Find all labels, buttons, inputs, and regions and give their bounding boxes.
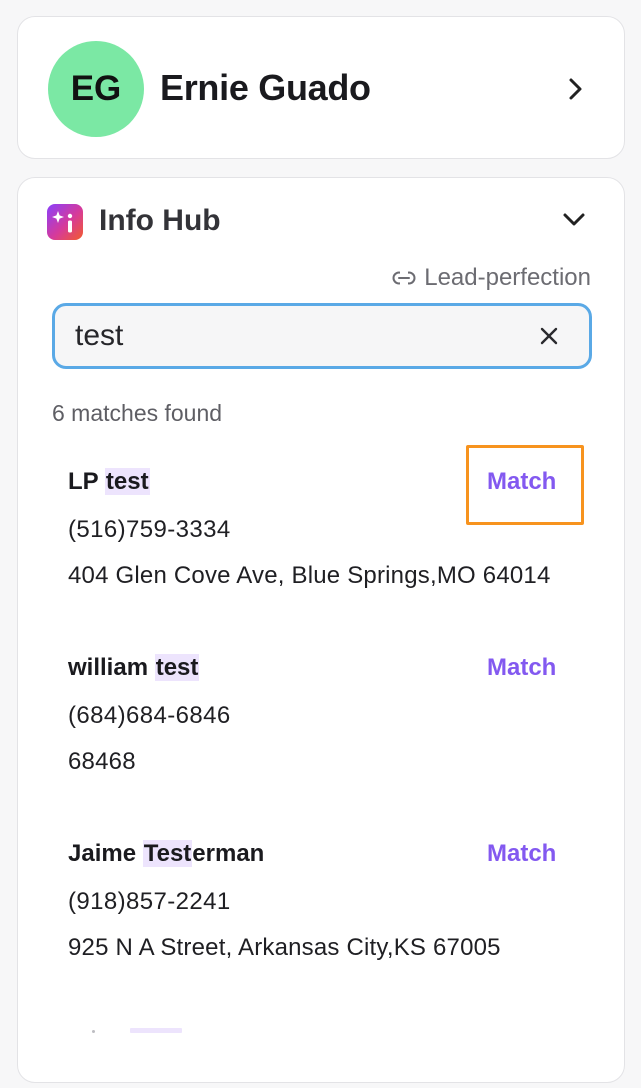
result-phone: (918)857-2241 bbox=[68, 888, 231, 915]
result-name: Jaime Testerman bbox=[68, 840, 265, 867]
result-address: 925 N A Street, Arkansas City,KS 67005 bbox=[68, 934, 501, 961]
search-input[interactable] bbox=[75, 306, 515, 366]
chevron-down-icon[interactable] bbox=[560, 210, 588, 230]
result-phone: (516)759-3334 bbox=[68, 516, 231, 543]
result-address: 68468 bbox=[68, 748, 136, 775]
match-button[interactable]: Match bbox=[487, 654, 556, 682]
profile-name: Ernie Guado bbox=[160, 67, 371, 108]
result-name: LP test bbox=[68, 468, 150, 495]
info-hub-sparkle-icon bbox=[47, 204, 83, 240]
match-button[interactable]: Match bbox=[487, 840, 556, 868]
match-count: 6 matches found bbox=[52, 400, 223, 426]
result-address: 404 Glen Cove Ave, Blue Springs,MO 64014 bbox=[68, 562, 551, 589]
profile-card[interactable]: EG Ernie Guado bbox=[17, 16, 625, 159]
list-item-peek bbox=[92, 1030, 95, 1033]
link-icon bbox=[392, 271, 416, 285]
close-icon[interactable] bbox=[539, 326, 559, 346]
avatar: EG bbox=[48, 41, 144, 137]
lead-perfection-link[interactable]: Lead-perfection bbox=[392, 264, 591, 292]
list-item-peek-highlight bbox=[130, 1028, 182, 1033]
result-phone: (684)684-6846 bbox=[68, 702, 231, 729]
info-hub-title: Info Hub bbox=[99, 204, 221, 237]
chevron-right-icon[interactable] bbox=[566, 75, 586, 103]
focus-highlight bbox=[466, 445, 584, 525]
lead-perfection-label: Lead-perfection bbox=[424, 264, 591, 291]
search-field[interactable] bbox=[52, 303, 592, 369]
result-name: william test bbox=[68, 654, 200, 681]
info-hub-panel: Info Hub Lead-perfection 6 matches found… bbox=[17, 177, 625, 1083]
